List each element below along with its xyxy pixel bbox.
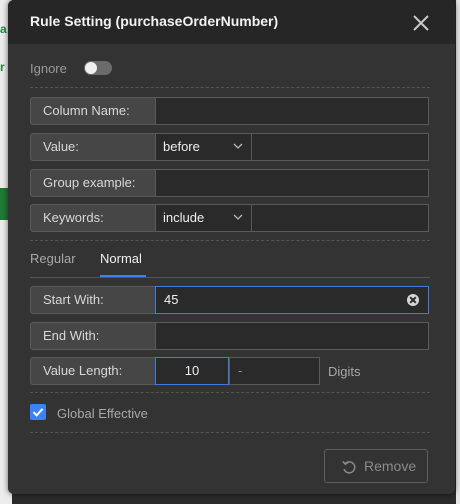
ignore-label: Ignore	[30, 61, 67, 76]
end-with-input[interactable]	[155, 322, 429, 350]
group-example-row: Group example:	[30, 169, 430, 197]
divider	[30, 87, 430, 88]
value-length-label: Value Length:	[30, 357, 168, 385]
tab-regular[interactable]: Regular	[30, 251, 76, 266]
value-select[interactable]: before	[155, 133, 252, 161]
remove-button-label: Remove	[364, 458, 417, 474]
value-length-row: Value Length: 10 -	[30, 357, 430, 385]
ignore-toggle[interactable]	[84, 61, 112, 75]
divider	[30, 432, 430, 433]
divider	[30, 392, 430, 393]
background-mark: r	[0, 60, 5, 74]
close-icon[interactable]	[410, 12, 432, 34]
undo-icon	[342, 460, 356, 474]
dialog-title: Rule Setting (purchaseOrderNumber)	[30, 13, 279, 29]
value-select-text: before	[163, 139, 200, 154]
background-page-edge	[456, 0, 460, 504]
value-row: Value: before	[30, 133, 430, 161]
remove-button[interactable]: Remove	[324, 449, 428, 483]
clear-icon[interactable]	[407, 294, 419, 306]
value-length-max-input[interactable]: -	[229, 357, 320, 385]
toggle-knob	[85, 62, 97, 74]
group-example-input[interactable]	[155, 169, 429, 197]
value-label: Value:	[30, 133, 168, 161]
global-effective-label: Global Effective	[57, 406, 148, 421]
chevron-down-icon	[233, 143, 243, 149]
start-with-label: Start With:	[30, 286, 168, 314]
divider	[30, 240, 430, 241]
chevron-down-icon	[233, 214, 243, 220]
background-mark: a	[0, 22, 7, 36]
start-with-input[interactable]: 45	[155, 286, 429, 314]
dialog-header: Rule Setting (purchaseOrderNumber)	[8, 0, 455, 44]
tab-bar-line	[30, 277, 430, 278]
column-name-input[interactable]	[155, 97, 429, 125]
keywords-input[interactable]	[251, 204, 429, 232]
value-length-unit: Digits	[328, 364, 361, 379]
end-with-row: End With:	[30, 322, 430, 350]
keywords-label: Keywords:	[30, 204, 168, 232]
rule-setting-dialog: Rule Setting (purchaseOrderNumber) Ignor…	[8, 0, 455, 494]
value-length-min-input[interactable]: 10	[155, 357, 229, 385]
tab-normal[interactable]: Normal	[100, 251, 142, 266]
check-icon	[32, 408, 44, 417]
value-input[interactable]	[251, 133, 429, 161]
column-name-label: Column Name:	[30, 97, 168, 125]
group-example-label: Group example:	[30, 169, 168, 197]
keywords-row: Keywords: include	[30, 204, 430, 232]
tab-active-indicator	[100, 275, 146, 277]
column-name-row: Column Name:	[30, 97, 430, 125]
keywords-select[interactable]: include	[155, 204, 252, 232]
start-with-row: Start With: 45	[30, 286, 430, 314]
keywords-select-text: include	[163, 210, 205, 225]
end-with-label: End With:	[30, 322, 168, 350]
start-with-value: 45	[164, 292, 179, 307]
global-effective-checkbox[interactable]	[30, 404, 46, 420]
